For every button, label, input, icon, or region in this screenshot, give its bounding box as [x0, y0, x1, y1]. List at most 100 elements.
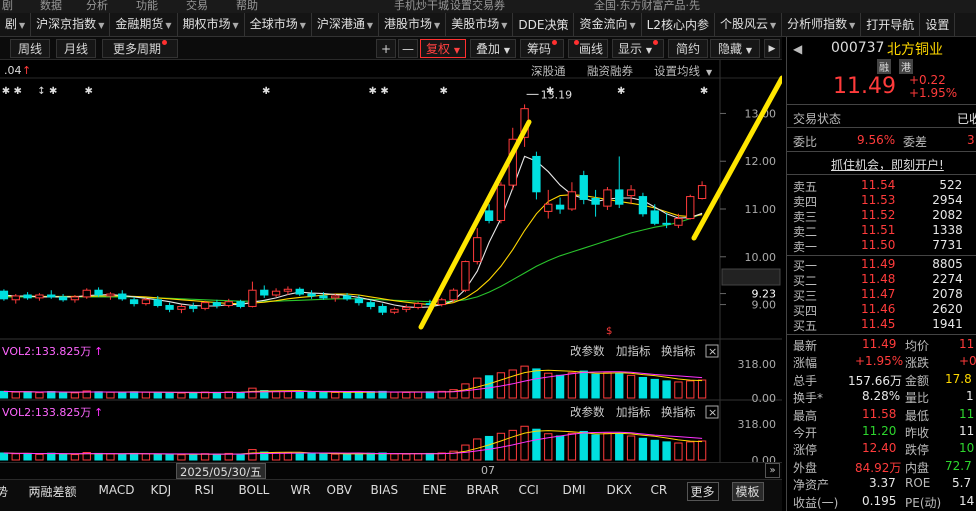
vol-label-2: VOL2:133.825万: [2, 406, 91, 419]
candle-body: [697, 185, 707, 199]
current-price-marker: [721, 268, 781, 286]
indicator-tab[interactable]: CR: [651, 483, 668, 497]
chips-button[interactable]: 筹码: [520, 39, 564, 58]
top-menu-item[interactable]: 分析: [86, 0, 108, 13]
stat-label: PE(动): [905, 495, 942, 510]
indicator-tab[interactable]: OBV: [327, 483, 353, 497]
candle-body: [200, 302, 210, 309]
nav-item[interactable]: 打开导航: [861, 13, 921, 36]
nav-item[interactable]: 金融期货 ▼: [110, 13, 178, 36]
indicator-tab[interactable]: 更多: [686, 482, 719, 501]
display-button[interactable]: 显示 ▼: [612, 39, 664, 58]
stat-value: 3.37: [869, 476, 896, 491]
indicator-tab[interactable]: BIAS: [371, 483, 399, 497]
kline-chart-area[interactable]: .04 ↑ 深股通 融资融券 设置均线 ▼ ✱✱↕✱✱✱✱✱✱✱✱✱ 13.00…: [0, 60, 782, 462]
top-menu-item[interactable]: 手机炒干城: [394, 0, 449, 13]
vol-add-indicator-2[interactable]: 加指标: [616, 405, 651, 419]
indicator-tab[interactable]: BRAR: [467, 483, 500, 497]
indicator-tab[interactable]: BOLL: [239, 483, 270, 497]
adjust-price-button[interactable]: 复权 ▼: [420, 39, 466, 58]
top-menu-item[interactable]: 帮助: [236, 0, 258, 13]
nav-item[interactable]: 沪深京指数 ▼: [31, 13, 111, 36]
vol-add-indicator[interactable]: 加指标: [616, 344, 651, 358]
nav-item[interactable]: 美股市场 ▼: [446, 13, 514, 36]
indicator-tab[interactable]: 两融差额: [29, 483, 77, 500]
indicator-tab[interactable]: RSI: [195, 483, 215, 497]
more-period-button[interactable]: 更多周期: [102, 39, 178, 58]
top-menu-item[interactable]: 交易: [186, 0, 208, 13]
left-arrow-icon[interactable]: ◀: [793, 42, 802, 56]
indicator-tab[interactable]: WR: [291, 483, 311, 497]
display-label: 显示: [618, 42, 643, 56]
top-menu-item[interactable]: 全国·东方财富产品·先: [594, 0, 700, 13]
kline-chart[interactable]: .04 ↑ 深股通 融资融券 设置均线 ▼ ✱✱↕✱✱✱✱✱✱✱✱✱ 13.00…: [0, 60, 782, 462]
stat-row: 今开 11.20 昨收 11: [787, 423, 976, 441]
indicator-tab[interactable]: 势: [0, 483, 8, 500]
draw-line-button[interactable]: 画线: [568, 39, 608, 58]
vol-switch-indicator[interactable]: 换指标: [661, 344, 696, 358]
chevron-down-icon: ▼: [453, 46, 460, 55]
period-week-button[interactable]: 周线: [10, 39, 50, 58]
candle: [532, 151, 541, 200]
volume-bar: [283, 452, 293, 461]
nav-item[interactable]: 港股市场 ▼: [379, 13, 447, 36]
vol-switch-indicator-2[interactable]: 换指标: [661, 405, 696, 419]
volume-bar: [567, 372, 577, 399]
vol-tick-label: 318.00: [738, 358, 777, 371]
candle-body: [271, 290, 281, 296]
indicator-tab[interactable]: 模板: [731, 482, 764, 501]
margin-label[interactable]: 融资融券: [587, 64, 633, 78]
candle-body: [331, 295, 340, 299]
hk-badge: 港: [899, 59, 913, 74]
hide-button[interactable]: 隐藏 ▼: [710, 39, 760, 58]
overlay-button[interactable]: 叠加 ▼: [470, 39, 516, 58]
period-month-button[interactable]: 月线: [56, 39, 96, 58]
nav-item[interactable]: 个股风云 ▼: [715, 13, 783, 36]
top-menu-item[interactable]: 剧: [2, 0, 13, 13]
zoom-out-button[interactable]: —: [398, 39, 418, 58]
nav-item[interactable]: DDE决策: [513, 13, 575, 36]
candle-body: [248, 289, 257, 307]
volume-bar: [686, 441, 695, 461]
collapse-panel-button[interactable]: ▶: [764, 39, 780, 58]
volume-bar: [11, 453, 20, 461]
nav-item[interactable]: 沪深港通 ▼: [312, 13, 380, 36]
vol-change-params[interactable]: 改参数: [570, 344, 605, 358]
nav-item[interactable]: 剧 ▼: [0, 13, 32, 36]
stat-label: 净资产: [793, 478, 830, 493]
nav-item[interactable]: L2核心内参: [642, 13, 715, 36]
top-menu-item[interactable]: 功能: [136, 0, 158, 13]
ask-volume: 2954: [932, 193, 963, 207]
deep-link-label[interactable]: 深股通: [531, 64, 566, 78]
simple-mode-button[interactable]: 简约: [668, 39, 708, 58]
open-account-ad[interactable]: 抓住机会，即刻开户!: [787, 155, 976, 173]
stat-row: 涨幅 +1.95% 涨跌 +0: [787, 353, 976, 371]
price-tick-label: 11.00: [745, 203, 777, 216]
candle-body: [473, 237, 482, 263]
ma-setting-label[interactable]: 设置均线: [654, 64, 700, 78]
nav-item[interactable]: 资金流向 ▼: [574, 13, 642, 36]
nav-item[interactable]: 设置: [920, 13, 956, 36]
stat-label: 跌停: [905, 443, 930, 458]
indicator-tab[interactable]: CCI: [519, 483, 539, 497]
volume-bar: [331, 391, 340, 399]
nav-item[interactable]: 期权市场 ▼: [178, 13, 245, 36]
zoom-in-button[interactable]: +: [376, 39, 396, 58]
indicator-tab[interactable]: DKX: [607, 483, 632, 497]
vol-change-params-2[interactable]: 改参数: [570, 405, 605, 419]
indicator-tab[interactable]: DMI: [563, 483, 586, 497]
nav-item[interactable]: 分析师指数 ▼: [782, 13, 862, 36]
indicator-tab[interactable]: KDJ: [151, 483, 172, 497]
indicator-tab[interactable]: MACD: [99, 483, 135, 497]
top-menu-item[interactable]: 设置交易券: [450, 0, 505, 13]
candle: [461, 260, 470, 293]
scroll-right-icon[interactable]: »: [765, 463, 780, 478]
chart-toolbar: 周线 月线 更多周期 + — 复权 ▼ 叠加 ▼ 筹码 画线 显示 ▼ 简约 隐…: [0, 37, 782, 60]
open-account-link[interactable]: 抓住机会，即刻开户!: [831, 156, 944, 173]
nav-item[interactable]: 全球市场 ▼: [245, 13, 312, 36]
indicator-tab[interactable]: ENE: [423, 483, 447, 497]
top-menu-item[interactable]: 数据: [40, 0, 62, 13]
candle-body: [58, 296, 68, 301]
stat-label: ROE: [905, 476, 931, 491]
chevron-down-icon: ▼: [165, 20, 172, 30]
